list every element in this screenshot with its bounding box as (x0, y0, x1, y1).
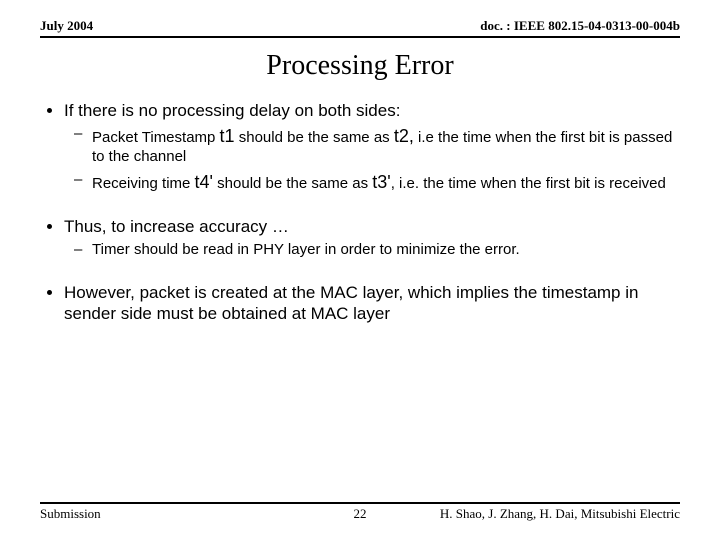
footer-bar: Submission 22 H. Shao, J. Zhang, H. Dai,… (40, 502, 680, 522)
header-date: July 2004 (40, 18, 93, 34)
footer-right: H. Shao, J. Zhang, H. Dai, Mitsubishi El… (440, 506, 680, 522)
text-fragment: Timer should be read in PHY layer in ord… (92, 241, 520, 258)
bullet-1-sub-2: Receiving time t4' should be the same as… (92, 171, 680, 194)
slide-body: If there is no processing delay on both … (40, 100, 680, 346)
bullet-1-text: If there is no processing delay on both … (64, 101, 400, 120)
text-fragment: Receiving time (92, 175, 195, 192)
slide-title: Processing Error (0, 50, 720, 82)
bullet-2-text: Thus, to increase accuracy … (64, 217, 289, 236)
footer-left: Submission (40, 506, 101, 522)
slide: July 2004 doc. : IEEE 802.15-04-0313-00-… (0, 0, 720, 540)
bullet-2: Thus, to increase accuracy … Timer shoul… (64, 216, 680, 260)
text-fragment: Packet Timestamp (92, 129, 220, 146)
bullet-3-text: However, packet is created at the MAC la… (64, 283, 638, 323)
text-fragment: , i.e. the time when the first bit is re… (391, 175, 666, 192)
text-fragment: should be the same as (235, 129, 394, 146)
header-docnum: doc. : IEEE 802.15-04-0313-00-004b (480, 18, 680, 34)
var-t2: t2, (394, 126, 414, 146)
header-bar: July 2004 doc. : IEEE 802.15-04-0313-00-… (40, 18, 680, 38)
bullet-3: However, packet is created at the MAC la… (64, 282, 680, 325)
bullet-1: If there is no processing delay on both … (64, 100, 680, 194)
var-t3p: t3' (372, 172, 390, 192)
text-fragment: should be the same as (213, 175, 372, 192)
var-t4p: t4' (195, 172, 213, 192)
var-t1: t1 (220, 126, 235, 146)
bullet-2-sub-1: Timer should be read in PHY layer in ord… (92, 241, 680, 260)
bullet-1-sub-1: Packet Timestamp t1 should be the same a… (92, 125, 680, 167)
